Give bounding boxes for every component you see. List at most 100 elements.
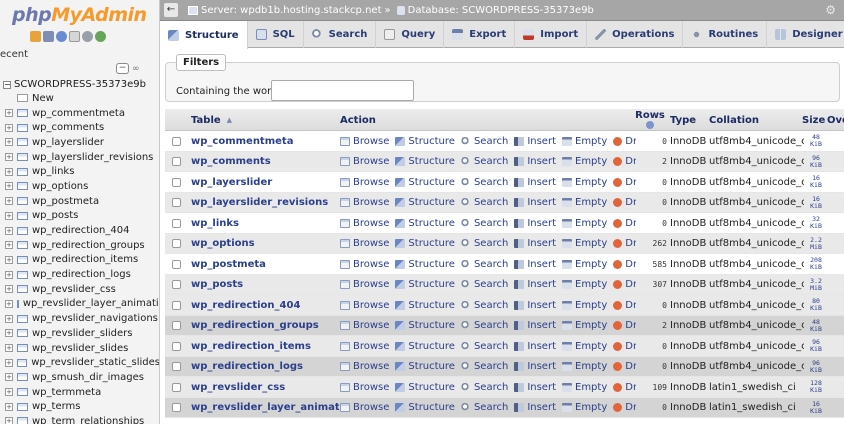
browse-action[interactable]: Browse [340, 320, 389, 331]
table-name-link[interactable]: wp_links [191, 213, 339, 234]
search-action[interactable]: Search [460, 156, 508, 167]
search-action[interactable]: Search [460, 279, 508, 290]
search-action[interactable]: Search [460, 177, 508, 188]
expand-icon[interactable]: + [5, 373, 13, 382]
logout-icon[interactable] [43, 31, 54, 42]
empty-action[interactable]: Empty [562, 156, 607, 167]
expand-icon[interactable]: + [5, 226, 13, 235]
browse-action[interactable]: Browse [340, 136, 389, 147]
row-checkbox[interactable] [172, 357, 181, 378]
table-name-link[interactable]: wp_posts [191, 275, 339, 296]
tree-item-label[interactable]: wp_terms [32, 401, 81, 412]
tree-item[interactable]: + wp_revslider_sliders [0, 326, 159, 341]
search-action[interactable]: Search [460, 259, 508, 270]
tree-item[interactable]: + wp_redirection_groups [0, 238, 159, 253]
tree-item-label[interactable]: wp_commentmeta [32, 108, 125, 119]
tree-item-label[interactable]: wp_revslider_navigations [32, 313, 158, 324]
tree-item-label[interactable]: wp_redirection_logs [32, 269, 131, 280]
tree-item[interactable]: + wp_redirection_404 [0, 223, 159, 238]
tab-structure[interactable]: Structure [160, 21, 248, 49]
tree-item-label[interactable]: wp_layerslider_revisions [32, 152, 153, 163]
tree-item-label[interactable]: wp_redirection_groups [32, 240, 145, 251]
tree-item-label[interactable]: wp_layerslider [32, 137, 104, 148]
browse-action[interactable]: Browse [340, 218, 389, 229]
collation-column-header[interactable]: Collation [709, 109, 759, 131]
table-name-link[interactable]: wp_commentmeta [191, 131, 339, 152]
search-action[interactable]: Search [460, 197, 508, 208]
expand-icon[interactable]: + [5, 138, 13, 147]
expand-icon[interactable]: + [5, 241, 13, 250]
table-name-link[interactable]: wp_postmeta [191, 254, 339, 275]
drop-action[interactable]: Drop [613, 259, 636, 270]
breadcrumb-database[interactable]: Database: SCWORDPRESS-35373e9b [408, 5, 594, 16]
search-action[interactable]: Search [460, 136, 508, 147]
expand-icon[interactable]: + [5, 197, 13, 206]
filter-word-input[interactable] [271, 80, 414, 101]
tree-item-new[interactable]: + New [0, 91, 159, 106]
table-name-link[interactable]: wp_redirection_groups [191, 316, 339, 337]
tree-item-label[interactable]: wp_redirection_404 [32, 225, 129, 236]
rows-column-header[interactable]: Rows [635, 109, 665, 131]
structure-action[interactable]: Structure [395, 136, 455, 147]
table-name-link[interactable]: wp_layerslider [191, 172, 339, 193]
expand-icon[interactable]: + [5, 109, 13, 118]
drop-action[interactable]: Drop [613, 218, 636, 229]
tree-item-label[interactable]: wp_revslider_slides [32, 343, 128, 354]
drop-action[interactable]: Drop [613, 177, 636, 188]
insert-action[interactable]: Insert [514, 341, 556, 352]
tree-item-label[interactable]: wp_term_relationships [32, 416, 144, 424]
expand-icon[interactable]: + [5, 211, 13, 220]
phpmyadmin-logo[interactable]: phpMyAdmin [12, 4, 147, 26]
structure-action[interactable]: Structure [395, 341, 455, 352]
size-value[interactable]: 96 KiB [805, 152, 827, 173]
search-action[interactable]: Search [460, 361, 508, 372]
expand-icon[interactable]: + [5, 402, 13, 411]
row-checkbox[interactable] [172, 193, 181, 214]
insert-action[interactable]: Insert [514, 238, 556, 249]
empty-action[interactable]: Empty [562, 361, 607, 372]
table-name-link[interactable]: wp_redirection_404 [191, 295, 339, 316]
row-checkbox[interactable] [172, 131, 181, 152]
breadcrumb-server[interactable]: Server: wpdb1b.hosting.stackcp.net [201, 5, 382, 16]
table-name-link[interactable]: wp_revslider_css [191, 377, 339, 398]
browse-action[interactable]: Browse [340, 197, 389, 208]
tree-item-label[interactable]: wp_options [32, 181, 88, 192]
expand-icon[interactable]: + [5, 285, 13, 294]
structure-action[interactable]: Structure [395, 361, 455, 372]
tree-item-label[interactable]: wp_redirection_items [32, 254, 138, 265]
size-value[interactable]: 3.2 MiB [805, 275, 827, 296]
expand-icon[interactable]: + [5, 167, 13, 176]
table-name-link[interactable]: wp_revslider_layer_animations [191, 398, 339, 419]
row-checkbox[interactable] [172, 172, 181, 193]
expand-icon[interactable]: + [5, 182, 13, 191]
tree-item[interactable]: + wp_revslider_navigations [0, 311, 159, 326]
expand-icon[interactable]: + [5, 153, 13, 162]
tree-item-label[interactable]: wp_revslider_css [32, 284, 116, 295]
drop-action[interactable]: Drop [613, 341, 636, 352]
insert-action[interactable]: Insert [514, 279, 556, 290]
structure-action[interactable]: Structure [395, 320, 455, 331]
size-column-header[interactable]: Size [802, 109, 825, 131]
expand-icon[interactable]: + [5, 270, 13, 279]
browse-action[interactable]: Browse [340, 341, 389, 352]
drop-action[interactable]: Drop [613, 279, 636, 290]
search-action[interactable]: Search [460, 341, 508, 352]
row-checkbox[interactable] [172, 377, 181, 398]
expand-icon[interactable]: + [5, 344, 13, 353]
collapse-all-button[interactable]: − [116, 63, 129, 74]
tree-item[interactable]: + wp_posts [0, 209, 159, 224]
insert-action[interactable]: Insert [514, 197, 556, 208]
tree-item[interactable]: + wp_revslider_slides [0, 341, 159, 356]
tree-item[interactable]: + wp_redirection_items [0, 253, 159, 268]
size-value[interactable]: 2.2 MiB [805, 234, 827, 255]
size-value[interactable]: 48 KiB [805, 131, 827, 152]
structure-action[interactable]: Structure [395, 382, 455, 393]
expand-icon[interactable]: + [5, 358, 13, 367]
size-value[interactable]: 208 KiB [805, 254, 827, 275]
browse-action[interactable]: Browse [340, 382, 389, 393]
size-value[interactable]: 96 KiB [805, 357, 827, 378]
tree-item[interactable]: + wp_options [0, 179, 159, 194]
search-action[interactable]: Search [460, 402, 508, 413]
expand-icon[interactable]: + [5, 329, 13, 338]
drop-action[interactable]: Drop [613, 382, 636, 393]
